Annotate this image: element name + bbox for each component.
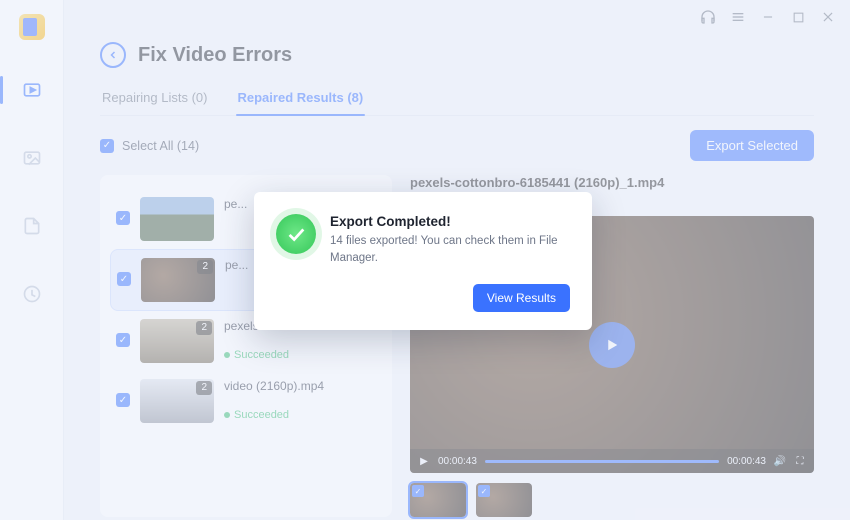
modal-title: Export Completed! [330, 214, 570, 229]
success-check-icon [276, 214, 316, 254]
view-results-button[interactable]: View Results [473, 284, 570, 312]
export-completed-dialog: Export Completed! 14 files exported! You… [254, 192, 592, 330]
modal-message: 14 files exported! You can check them in… [330, 233, 570, 268]
